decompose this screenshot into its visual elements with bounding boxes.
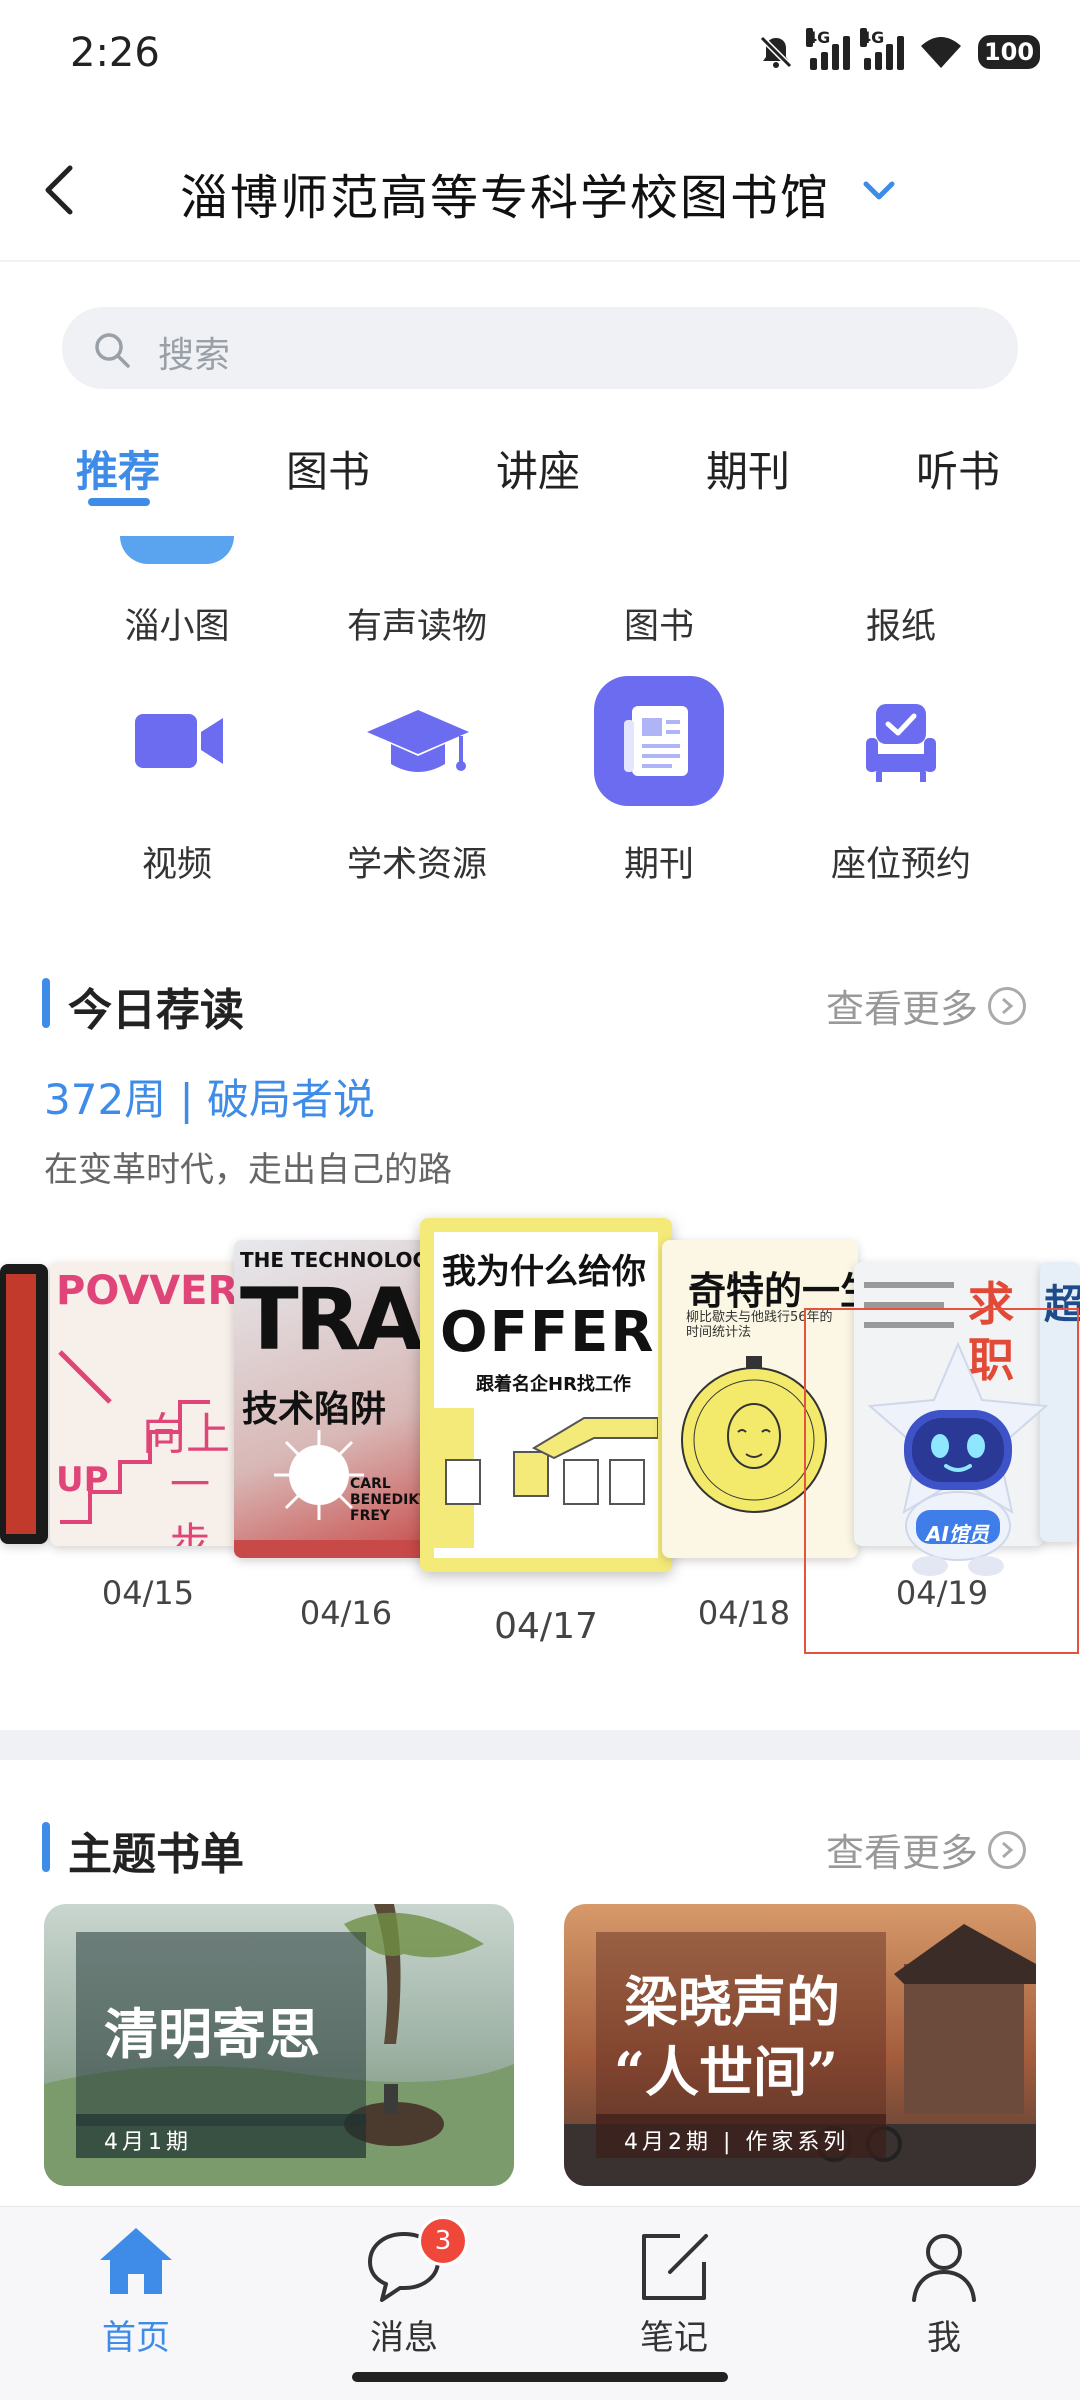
book-cover[interactable]: POVVER 向上 一步 UP (50, 1262, 240, 1546)
section-marker (42, 1822, 50, 1872)
tab-books[interactable]: 图书 (286, 438, 370, 499)
book-cover[interactable]: THE TECHNOLOGY TRA 技术陷阱 CARL BENEDIKT FR… (234, 1240, 434, 1558)
theme-card-title: 梁晓声的 (624, 1970, 840, 2034)
shortcut-journal[interactable]: 期刊 (549, 836, 769, 887)
ai-mascot-label[interactable]: AI馆员 (926, 1518, 989, 1547)
week-label[interactable]: 372周 | 破局者说 (44, 1066, 375, 1127)
wifi-icon (921, 37, 961, 68)
book-date: 04/15 (101, 1574, 195, 1612)
theme-card[interactable]: 清明寄思 4月1期 (44, 1904, 514, 2186)
shortcut-library-book[interactable]: 图书 (549, 598, 769, 649)
shortcut-video[interactable]: 视频 (67, 836, 287, 887)
back-icon[interactable] (40, 160, 80, 220)
shortcut-seat[interactable]: 座位预约 (791, 836, 1011, 887)
zixiaotu-icon[interactable] (120, 536, 234, 564)
signal-label: 4G (806, 28, 831, 47)
book-cover-text: TRA (240, 1270, 423, 1370)
tab-recommend[interactable]: 推荐 (76, 438, 160, 499)
search-icon (95, 333, 130, 368)
nav-messages[interactable]: 消息 (324, 2310, 484, 2359)
header-divider (0, 260, 1080, 262)
chevron-right-icon (988, 986, 1027, 1025)
theme-card-tag: 4月1期 (104, 2130, 192, 2155)
search-placeholder[interactable]: 搜索 (158, 326, 230, 378)
status-icons: 4G 4G 100 (756, 28, 1040, 76)
week-subtitle: 在变革时代，走出自己的路 (44, 1150, 452, 1190)
signal-label: 4G (860, 28, 885, 47)
bell-off-icon (759, 35, 793, 69)
book-cover-text: 一步 (170, 1462, 210, 1546)
more-label: 查看更多 (826, 1831, 979, 1875)
status-time: 2:26 (70, 30, 160, 76)
theme-list-more-link[interactable]: 查看更多 (826, 1822, 1027, 1877)
nav-notes[interactable]: 笔记 (594, 2310, 754, 2359)
home-indicator (352, 2372, 728, 2382)
shortcut-academic[interactable]: 学术资源 (307, 836, 527, 887)
library-title[interactable]: 淄博师范高等专科学校图书馆 (180, 158, 830, 228)
more-label: 查看更多 (826, 987, 979, 1031)
section-divider (0, 1730, 1080, 1760)
book-cover-text: 技术陷阱 (242, 1389, 387, 1430)
nav-home[interactable]: 首页 (56, 2310, 216, 2359)
book-cover-text: 奇特的一生 (688, 1269, 858, 1313)
book-date: 04/17 (494, 1606, 598, 1647)
tab-audiobooks[interactable]: 听书 (916, 438, 1000, 499)
book-cover-text: OFFER (440, 1300, 656, 1365)
theme-card-title: “人世间” (614, 2040, 839, 2104)
book-date: 04/16 (299, 1594, 393, 1632)
video-icon[interactable] (113, 676, 243, 806)
book-cover-text: 跟着名企HR找工作 (476, 1374, 631, 1395)
signal-icon: 4G (806, 28, 850, 70)
theme-card[interactable]: 梁晓声的 “人世间” 4月2期 | 作家系列 (564, 1904, 1036, 2186)
graduation-cap-icon[interactable] (353, 676, 483, 806)
theme-list-title: 主题书单 (68, 1829, 244, 1880)
tab-journals[interactable]: 期刊 (706, 438, 790, 499)
today-read-title: 今日荐读 (68, 985, 244, 1036)
chevron-down-icon[interactable] (862, 180, 896, 202)
signal-icon: 4G (860, 28, 904, 70)
note-icon[interactable] (634, 2226, 714, 2306)
user-icon[interactable] (904, 2226, 984, 2306)
today-read-more-link[interactable]: 查看更多 (826, 978, 1027, 1033)
chevron-right-icon (988, 1830, 1027, 1869)
shortcut-audio[interactable]: 有声读物 (307, 598, 527, 649)
theme-card-title: 清明寄思 (104, 2002, 320, 2066)
tab-active-indicator (88, 498, 150, 506)
book-date: 04/18 (697, 1594, 791, 1632)
shortcut-newspaper[interactable]: 报纸 (791, 598, 1011, 649)
book-cover-text: THE TECHNOLOGY (240, 1248, 434, 1272)
shortcut-zixiaotu[interactable]: 淄小图 (67, 598, 287, 649)
tab-lectures[interactable]: 讲座 (496, 438, 580, 499)
nav-me[interactable]: 我 (864, 2310, 1024, 2359)
book-cover-text: CARL BENEDIKT FREY (350, 1476, 429, 1524)
book-cover-featured[interactable]: 我为什么给你 OFFER 跟着名企HR找工作 (420, 1218, 672, 1572)
home-icon[interactable] (96, 2222, 176, 2302)
seat-reservation-icon[interactable] (836, 676, 966, 806)
book-cover-edge-left[interactable] (0, 1264, 48, 1544)
battery-icon: 100 (978, 35, 1040, 69)
book-cover-text: UP (56, 1460, 109, 1500)
message-badge: 3 (418, 2216, 468, 2266)
book-cover-text: POVVER (56, 1268, 239, 1314)
journal-icon[interactable] (594, 676, 724, 806)
theme-card-tag: 4月2期 | 作家系列 (624, 2130, 850, 2155)
section-marker (42, 978, 50, 1028)
book-cover-text: 我为什么给你 (442, 1252, 646, 1292)
